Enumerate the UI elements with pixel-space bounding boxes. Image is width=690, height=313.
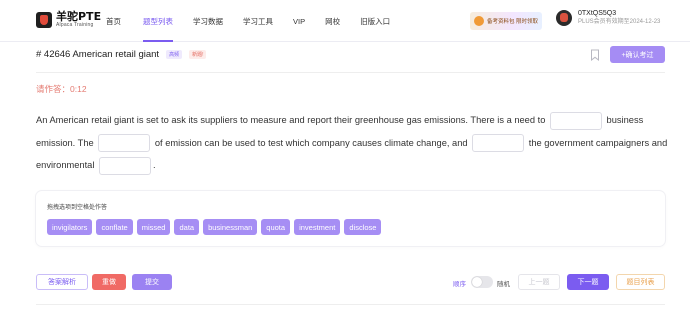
divider xyxy=(36,72,665,73)
option-chip[interactable]: quota xyxy=(261,219,291,235)
nav-item-legacy-entry[interactable]: 旧版入口 xyxy=(360,0,390,42)
drag-hint: 拖拽选项到空格处作答 xyxy=(47,205,108,211)
blank-2[interactable] xyxy=(98,134,151,153)
divider xyxy=(36,304,665,305)
nav-item-vip[interactable]: VIP xyxy=(293,0,305,42)
confirm-taken-button[interactable]: +确认考过 xyxy=(610,46,665,63)
logo-subtitle: Alpaca Training xyxy=(56,22,94,28)
nav-item-online-school[interactable]: 网校 xyxy=(325,0,340,42)
promo-banner[interactable]: 备考资料包 限时领取 xyxy=(470,12,542,30)
blank-4[interactable] xyxy=(99,156,151,175)
promo-text: 备考资料包 限时领取 xyxy=(487,19,539,25)
option-list: invigilators conflate missed data busine… xyxy=(47,219,385,235)
answer-analysis-button[interactable]: 答案解析 xyxy=(36,274,88,290)
gift-icon xyxy=(474,16,484,26)
alpaca-logo-icon xyxy=(36,11,52,28)
option-chip[interactable]: investment xyxy=(294,219,341,235)
option-chip[interactable]: missed xyxy=(136,219,171,235)
passage: An American retail giant is set to ask i… xyxy=(36,109,668,177)
random-label: 随机 xyxy=(497,281,510,288)
answer-actions: 答案解析 重做 提交 xyxy=(36,274,172,290)
previous-question-button[interactable]: 上一题 xyxy=(518,274,560,290)
option-chip[interactable]: data xyxy=(174,219,200,235)
options-panel: 拖拽选项到空格处作答 invigilators conflate missed … xyxy=(36,191,665,246)
nav-item-home[interactable]: 首页 xyxy=(106,0,121,42)
nav-item-study-data[interactable]: 学习数据 xyxy=(193,0,223,42)
blank-3[interactable] xyxy=(472,134,525,153)
answer-timer: 请作答：0:12 xyxy=(36,84,87,94)
order-random-toggle[interactable] xyxy=(471,276,493,288)
submit-button[interactable]: 提交 xyxy=(132,274,172,290)
bookmark-icon[interactable] xyxy=(590,49,600,61)
user-name: 0TXtQS5Q3 xyxy=(578,10,617,17)
passage-text: An American retail giant is set to ask i… xyxy=(36,115,546,125)
vip-status: PLUS会员有效期至2024-12-23 xyxy=(578,19,661,26)
toggle-knob xyxy=(472,277,482,287)
redo-button[interactable]: 重做 xyxy=(92,274,126,290)
order-label: 顺序 xyxy=(453,281,466,288)
option-chip[interactable]: disclose xyxy=(344,219,382,235)
nav-item-question-list[interactable]: 题型列表 xyxy=(143,0,173,42)
question-list-button[interactable]: 题目列表 xyxy=(616,274,665,290)
passage-text: of emission can be used to test which co… xyxy=(154,137,468,148)
main-nav: 首页 题型列表 学习数据 学习工具 VIP 网校 旧版入口 xyxy=(106,0,390,42)
question-header: # 42646 American retail giant 高频 新题! xyxy=(36,49,207,60)
logo[interactable]: 羊驼PTE Alpaca Training xyxy=(36,11,101,28)
user-info: 0TXtQS5Q3 PLUS会员有效期至2024-12-23 xyxy=(578,10,660,27)
option-chip[interactable]: invigilators xyxy=(47,219,93,235)
next-question-button[interactable]: 下一题 xyxy=(567,274,609,290)
logo-text: 羊驼PTE Alpaca Training xyxy=(56,11,101,28)
new-question-badge: 新题! xyxy=(189,50,207,59)
blank-1[interactable] xyxy=(549,111,602,130)
high-frequency-badge: 高频 xyxy=(166,50,183,59)
passage-text: . xyxy=(153,160,156,170)
avatar xyxy=(556,10,572,27)
top-navbar: 羊驼PTE Alpaca Training 首页 题型列表 学习数据 学习工具 … xyxy=(0,0,690,42)
question-title: # 42646 American retail giant xyxy=(36,49,160,60)
option-chip[interactable]: conflate xyxy=(96,219,133,235)
nav-item-study-tools[interactable]: 学习工具 xyxy=(243,0,273,42)
user-profile[interactable]: 0TXtQS5Q3 PLUS会员有效期至2024-12-23 xyxy=(556,10,660,27)
option-chip[interactable]: businessman xyxy=(203,219,258,235)
logo-name: 羊驼PTE xyxy=(56,10,102,23)
